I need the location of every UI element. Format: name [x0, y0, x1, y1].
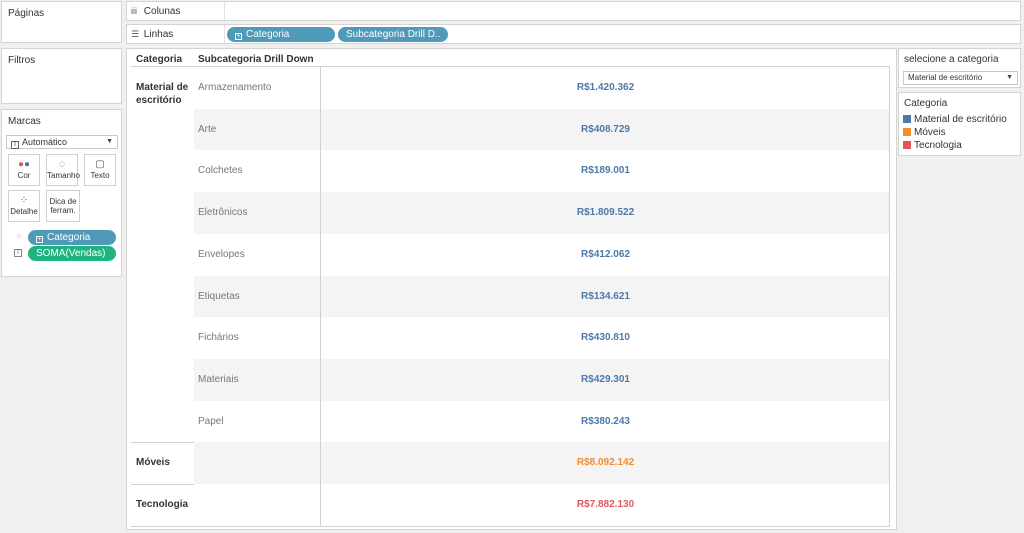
- columns-shelf[interactable]: iii Colunas: [126, 1, 1021, 21]
- subcategory-label: Etiquetas: [198, 290, 240, 302]
- sales-value: R$134.621: [581, 290, 630, 302]
- category-label: Material de escritório: [136, 82, 189, 106]
- rows-pill-category[interactable]: + Categoria: [227, 27, 335, 42]
- header-divider: [131, 66, 890, 67]
- detail-icon: ⁘: [19, 195, 29, 206]
- subcategory-label: Armazenamento: [198, 82, 272, 93]
- legend-label: Material de escritório: [914, 114, 1007, 125]
- pages-title: Páginas: [8, 8, 45, 19]
- legend-label: Tecnologia: [914, 140, 962, 151]
- legend-swatch: [903, 141, 911, 149]
- rows-label: ☰ Linhas: [127, 25, 225, 43]
- size-icon: ◌: [59, 159, 65, 170]
- subcategory-label: Materiais: [198, 373, 239, 385]
- rows-shelf[interactable]: ☰ Linhas + Categoria Subcategoria Drill D…: [126, 24, 1021, 44]
- filter-title: selecione a categoria: [904, 54, 999, 65]
- mark-type-icon: T: [11, 141, 19, 149]
- size-button[interactable]: ◌ Tamanho: [46, 154, 80, 186]
- column-header: Subcategoria Drill Down: [198, 54, 314, 65]
- subcategory-label: Eletrônicos: [198, 207, 248, 219]
- table-bottom-border: [131, 526, 890, 527]
- chevron-down-icon: ▼: [106, 138, 113, 145]
- text-icon: ▢: [95, 159, 105, 170]
- legend-title: Categoria: [904, 98, 948, 109]
- category-label: Tecnologia: [136, 499, 189, 510]
- category-select-value: Material de escritório: [908, 73, 983, 82]
- color-dots-icon: ●●: [17, 159, 31, 170]
- sales-value: R$8.092.142: [576, 457, 635, 469]
- marks-title: Marcas: [8, 116, 41, 127]
- detail-button[interactable]: ⁘ Detalhe: [8, 190, 40, 222]
- mark-type-dropdown[interactable]: T Automático ▼: [6, 135, 118, 149]
- chevron-down-icon: ▼: [1006, 74, 1013, 81]
- sales-value: R$380.243: [581, 415, 630, 427]
- sales-value: R$1.809.522: [576, 207, 635, 219]
- category-select[interactable]: Material de escritório ▼: [903, 71, 1018, 85]
- category-filter-panel: selecione a categoria Material de escrit…: [898, 48, 1021, 88]
- legend-item[interactable]: Tecnologia: [903, 140, 962, 152]
- text-icon: T: [14, 249, 22, 257]
- subcategory-label: Colchetes: [198, 165, 243, 177]
- sales-value: R$430.810: [581, 332, 630, 344]
- marks-pill-sum-sales[interactable]: SOMA(Vendas): [28, 246, 116, 261]
- subcategory-label: Arte: [198, 123, 217, 135]
- legend-swatch: [903, 115, 911, 123]
- sales-value: R$1.420.362: [576, 82, 635, 93]
- color-button[interactable]: ●● Cor: [8, 154, 40, 186]
- legend-label: Móveis: [914, 127, 946, 138]
- filters-title: Filtros: [8, 55, 36, 66]
- expand-icon: +: [235, 33, 242, 40]
- mark-type-value: Automático: [22, 137, 68, 147]
- columns-icon: iii: [131, 6, 137, 16]
- rows-icon: ☰: [131, 29, 140, 39]
- subcategory-label: Envelopes: [198, 248, 245, 260]
- tooltip-button[interactable]: Dica de ferram.: [46, 190, 80, 222]
- columns-label: iii Colunas: [127, 2, 225, 20]
- sales-value: R$429.301: [581, 373, 630, 385]
- color-dots-icon: ⁘: [15, 232, 23, 241]
- pages-panel[interactable]: Páginas: [1, 1, 122, 43]
- marks-pill-category[interactable]: + Categoria: [28, 230, 116, 245]
- table-right-border: [889, 67, 890, 526]
- legend-swatch: [903, 128, 911, 136]
- subcategory-label: Papel: [198, 415, 224, 427]
- column-header: Categoria: [136, 54, 183, 65]
- category-label: Móveis: [136, 457, 170, 469]
- value-column-divider: [320, 67, 321, 526]
- filters-panel[interactable]: Filtros: [1, 48, 122, 104]
- sales-value: R$412.062: [581, 248, 630, 260]
- sales-value: R$408.729: [581, 123, 630, 135]
- legend-item[interactable]: Material de escritório: [903, 114, 1007, 126]
- subcategory-label: Fichários: [198, 332, 239, 344]
- marks-panel: Marcas T Automático ▼ ●● Cor ◌ Tamanho ▢ …: [1, 109, 122, 277]
- text-button[interactable]: ▢ Texto: [84, 154, 116, 186]
- rows-pill-subcategory[interactable]: Subcategoria Drill D..: [338, 27, 448, 42]
- expand-icon: +: [36, 236, 43, 243]
- sales-value: R$7.882.130: [576, 499, 635, 510]
- legend-item[interactable]: Móveis: [903, 127, 946, 139]
- sales-value: R$189.001: [581, 165, 630, 177]
